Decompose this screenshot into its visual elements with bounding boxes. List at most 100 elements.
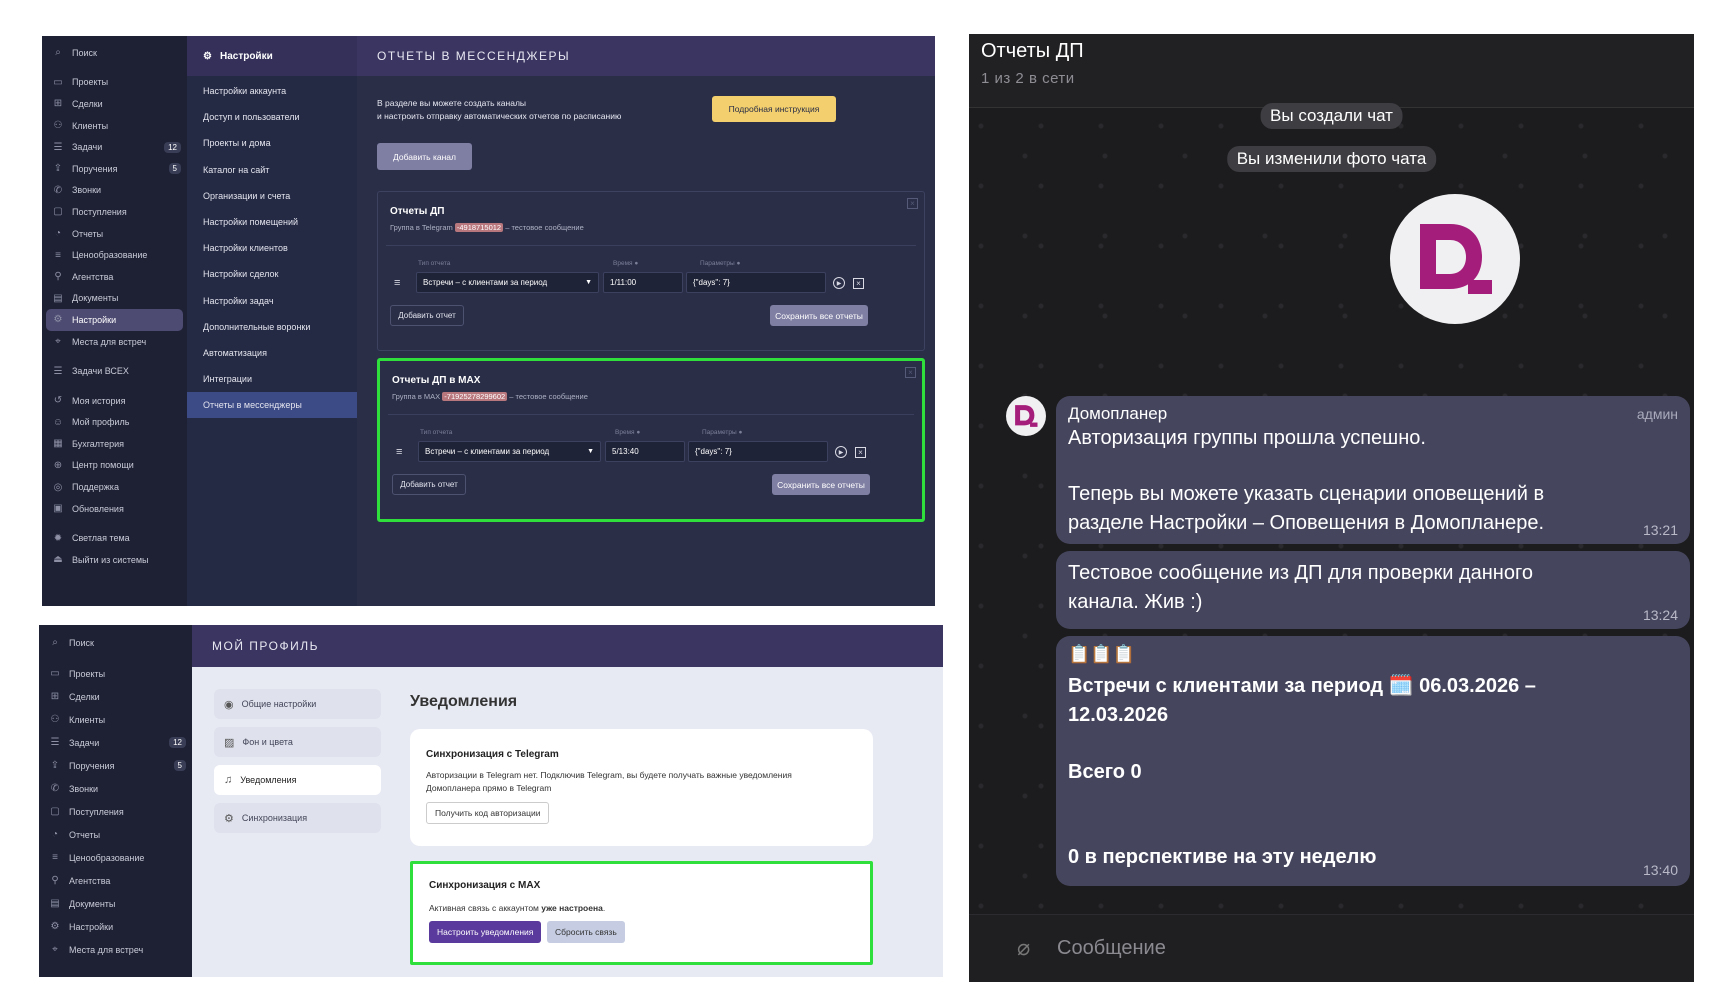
sidebar-item[interactable]: ↺ Моя история: [42, 390, 187, 412]
settings-menu-item[interactable]: Настройки аккаунта: [187, 78, 357, 104]
message-line: канала. Жив :): [1068, 591, 1203, 613]
sidebar-item[interactable]: ▣ Обновления: [42, 498, 187, 520]
time-input[interactable]: 1/11:00: [603, 272, 683, 293]
chat-header[interactable]: Отчеты ДП 1 из 2 в сети: [969, 34, 1694, 108]
sidebar-item[interactable]: ✆ Звонки: [42, 180, 187, 202]
sidebar-search[interactable]: ⌕ Поиск: [42, 42, 187, 64]
sidebar-item-label: Поручения: [69, 760, 115, 771]
settings-menu-item[interactable]: Проекты и дома: [187, 130, 357, 156]
sidebar-item[interactable]: ⊞ Сделки: [39, 685, 192, 708]
delete-report-icon[interactable]: ×: [855, 447, 866, 458]
profile-menu-item[interactable]: ♫ Уведомления: [214, 765, 381, 795]
channel-group-prefix: Группа в MAX: [392, 392, 441, 401]
main-sidebar: ⌕ Поиск ▭ Проекты ⊞ Сделки ⚇ Клиенты ☰ Задачи 12…: [42, 36, 187, 606]
sidebar-item[interactable]: ⊞ Сделки: [42, 93, 187, 115]
close-icon[interactable]: ×: [907, 198, 918, 209]
sidebar-item[interactable]: ▢ Поступления: [39, 800, 192, 823]
sidebar-item[interactable]: ≡ Ценообразование: [42, 244, 187, 266]
message-bubble[interactable]: Тестовое сообщение из ДП для проверки да…: [1056, 551, 1690, 629]
delete-report-icon[interactable]: ×: [853, 278, 864, 289]
run-icon[interactable]: ▶: [835, 446, 847, 458]
close-icon[interactable]: ×: [905, 367, 916, 378]
sidebar-item[interactable]: ✆ Звонки: [39, 777, 192, 800]
settings-menu-item[interactable]: Организации и счета: [187, 183, 357, 209]
message-time: 13:40: [1642, 862, 1678, 878]
settings-menu-item[interactable]: Настройки задач: [187, 288, 357, 314]
message-input[interactable]: Сообщение: [1057, 937, 1166, 960]
save-all-reports-button[interactable]: Сохранить все отчеты: [772, 474, 870, 495]
settings-menu-item[interactable]: Отчеты в мессенджеры: [187, 392, 357, 419]
setup-notifications-button[interactable]: Настроить уведомления: [429, 921, 542, 943]
sidebar-item[interactable]: ▦ Бухгалтерия: [42, 433, 187, 455]
sidebar-item[interactable]: ☰ Задачи ВСЕХ: [42, 360, 187, 382]
inbox-icon: ▢: [50, 806, 60, 817]
add-report-button[interactable]: Добавить отчет: [392, 474, 466, 495]
sidebar-item[interactable]: ◔ Отчеты: [39, 823, 192, 846]
sidebar-item[interactable]: ✹ Светлая тема: [42, 527, 187, 549]
profile-menu-item[interactable]: ◉ Общие настройки: [214, 689, 381, 719]
sidebar-item[interactable]: ⌖ Места для встреч: [42, 331, 187, 353]
report-type-select[interactable]: Встречи – с клиентами за период ▼: [418, 441, 601, 462]
drag-handle-icon[interactable]: ≡: [396, 446, 402, 458]
params-input[interactable]: {"days": 7}: [686, 272, 826, 293]
sidebar-item[interactable]: ▢ Поступления: [42, 201, 187, 223]
sidebar-item[interactable]: ◔ Отчеты: [42, 223, 187, 245]
save-all-reports-button[interactable]: Сохранить все отчеты: [770, 305, 868, 326]
profile-menu-item[interactable]: ⚙ Синхронизация: [214, 803, 381, 833]
handshake-icon: ⊞: [50, 691, 60, 702]
settings-menu-item[interactable]: Каталог на сайт: [187, 157, 357, 183]
add-report-button[interactable]: Добавить отчет: [390, 305, 464, 326]
my-profile-screen: ⌕ Поиск ▭ Проекты ⊞ Сделки ⚇ Клиенты ☰ Задачи 12…: [39, 625, 943, 977]
sidebar-item[interactable]: ⚙ Настройки: [39, 915, 192, 938]
sidebar-item[interactable]: ☰ Задачи 12: [39, 731, 192, 754]
message-bubble[interactable]: Домопланер админ Авторизация группы прош…: [1056, 396, 1690, 544]
sidebar-item[interactable]: ⚙ Настройки: [46, 309, 183, 331]
chat-photo[interactable]: [1390, 194, 1520, 324]
message-bubble[interactable]: 📋📋📋 Встречи с клиентами за период 🗓️ 06.…: [1056, 636, 1690, 886]
sidebar-search[interactable]: ⌕ Поиск: [39, 631, 192, 654]
sidebar-item[interactable]: ◎ Поддержка: [42, 476, 187, 498]
sidebar-item[interactable]: ⚲ Агентства: [39, 869, 192, 892]
run-icon[interactable]: ▶: [833, 277, 845, 289]
settings-menu-item[interactable]: Настройки сделок: [187, 261, 357, 287]
get-auth-code-button[interactable]: Получить код авторизации: [426, 802, 550, 824]
add-channel-button[interactable]: Добавить канал: [377, 143, 472, 170]
sender-avatar[interactable]: [1006, 396, 1046, 436]
attach-icon[interactable]: ⌀: [1017, 935, 1030, 961]
sidebar-item[interactable]: ⌖ Места для встреч: [39, 938, 192, 961]
drag-handle-icon[interactable]: ≡: [394, 277, 400, 289]
telegram-sync-title: Синхронизация с Telegram: [426, 749, 559, 760]
sidebar-item[interactable]: ⇪ Поручения 5: [39, 754, 192, 777]
settings-menu-item[interactable]: Автоматизация: [187, 340, 357, 366]
sidebar-item[interactable]: ≡ Ценообразование: [39, 846, 192, 869]
channel-card-max: × Отчеты ДП в MAX Группа в MAX -71925278…: [377, 358, 925, 522]
message-line: Авторизация группы прошла успешно.: [1068, 427, 1426, 449]
settings-menu-item[interactable]: Доступ и пользователи: [187, 104, 357, 130]
sidebar-item[interactable]: ⚇ Клиенты: [42, 115, 187, 137]
sidebar-item[interactable]: ⇪ Поручения 5: [42, 158, 187, 180]
settings-submenu: ⚙ Настройки Настройки аккаунта Доступ и п…: [187, 36, 357, 606]
reset-link-button[interactable]: Сбросить связь: [547, 921, 625, 943]
sidebar-item[interactable]: ⏏ Выйти из системы: [42, 549, 187, 571]
sidebar-item[interactable]: ▤ Документы: [42, 288, 187, 310]
settings-menu-item[interactable]: Настройки клиентов: [187, 235, 357, 261]
sidebar-item[interactable]: ⊕ Центр помощи: [42, 455, 187, 477]
settings-menu-item[interactable]: Настройки помещений: [187, 209, 357, 235]
sidebar-item[interactable]: ▤ Документы: [39, 892, 192, 915]
sidebar-item[interactable]: ☺ Мой профиль: [42, 412, 187, 434]
settings-menu-item[interactable]: Интеграции: [187, 366, 357, 392]
sidebar-item[interactable]: ☰ Задачи 12: [42, 136, 187, 158]
settings-menu-item[interactable]: Дополнительные воронки: [187, 314, 357, 340]
params-input[interactable]: {"days": 7}: [688, 441, 828, 462]
test-message-link[interactable]: – тестовое сообщение: [509, 392, 588, 401]
time-input[interactable]: 5/13:40: [605, 441, 685, 462]
sidebar-item[interactable]: ⚲ Агентства: [42, 266, 187, 288]
profile-menu-item[interactable]: ▨ Фон и цвета: [214, 727, 381, 757]
channel-name: Отчеты ДП в MAX: [392, 375, 481, 386]
instruction-button[interactable]: Подробная инструкция: [712, 96, 836, 122]
sidebar-item[interactable]: ▭ Проекты: [42, 72, 187, 94]
sidebar-item[interactable]: ⚇ Клиенты: [39, 708, 192, 731]
test-message-link[interactable]: – тестовое сообщение: [505, 223, 584, 232]
report-type-select[interactable]: Встречи – с клиентами за период ▼: [416, 272, 599, 293]
sidebar-item[interactable]: ▭ Проекты: [39, 662, 192, 685]
